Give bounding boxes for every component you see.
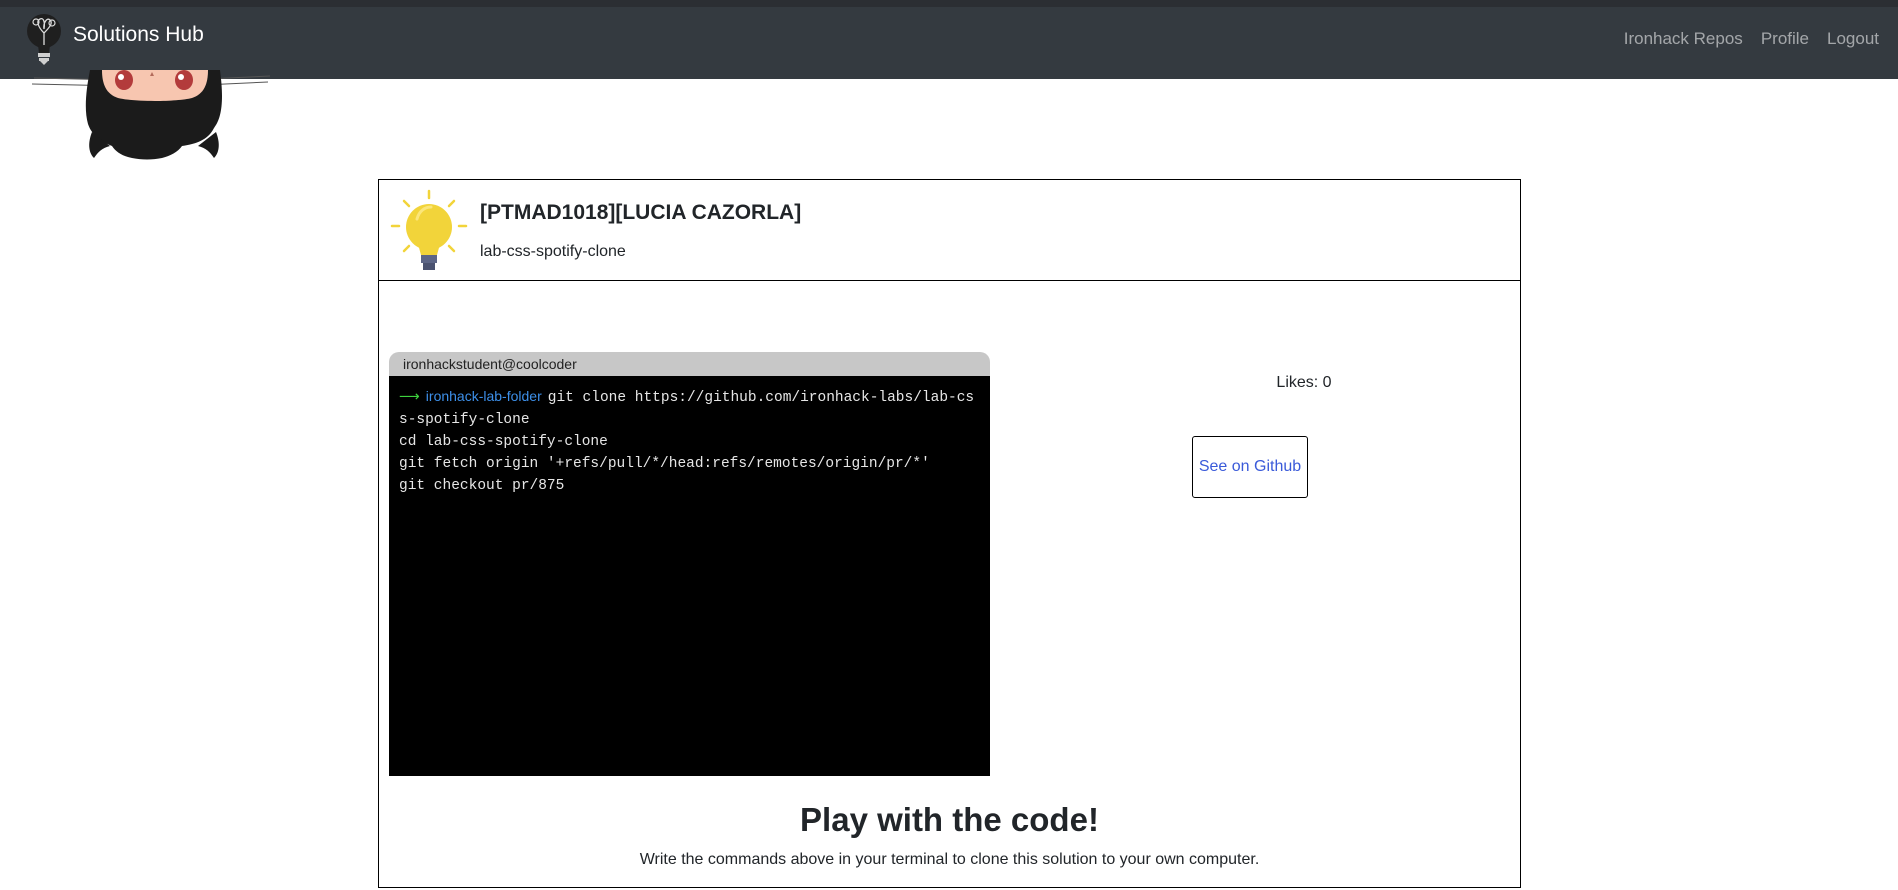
brand-title[interactable]: Solutions Hub	[73, 22, 204, 48]
see-on-github-button[interactable]: See on Github	[1192, 436, 1308, 498]
lightbulb-icon	[390, 189, 468, 270]
prompt-arrow-icon: ⟶	[399, 389, 420, 405]
terminal-body[interactable]: ⟶ ironhack-lab-folder git clone https://gi…	[389, 376, 990, 776]
octocat-mascot-image	[32, 70, 272, 170]
top-strip	[0, 0, 1898, 7]
lightbulb-logo-icon[interactable]	[26, 9, 62, 67]
terminal-line: ⟶ ironhack-lab-folder git clone https://gi…	[399, 385, 980, 431]
command-cd: cd lab-css-spotify-clone	[399, 434, 608, 450]
nav-link-logout[interactable]: Logout	[1827, 28, 1879, 50]
play-subtitle: Write the commands above in your termina…	[639, 851, 1260, 868]
terminal-title-bar: ironhackstudent@coolcoder	[389, 352, 990, 376]
nav-links: Ironhack Repos Profile Logout	[1624, 28, 1879, 50]
repo-name: lab-css-spotify-clone	[480, 243, 626, 260]
command-git-fetch: git fetch origin '+refs/pull/*/head:refs…	[399, 456, 930, 472]
nav-link-profile[interactable]: Profile	[1761, 28, 1809, 50]
terminal-title: ironhackstudent@coolcoder	[403, 356, 577, 372]
solution-card: [PTMAD1018][LUCIA CAZORLA] lab-css-spoti…	[378, 179, 1521, 888]
solution-header: [PTMAD1018][LUCIA CAZORLA] lab-css-spoti…	[379, 180, 1520, 281]
terminal-window: ironhackstudent@coolcoder ⟶ ironhack-lab-…	[389, 352, 990, 776]
command-git-checkout: git checkout pr/875	[399, 478, 565, 494]
solution-title: [PTMAD1018][LUCIA CAZORLA]	[480, 201, 802, 224]
play-title: Play with the code!	[800, 801, 1099, 838]
prompt-folder: ironhack-lab-folder	[425, 388, 542, 404]
likes-count: Likes: 0	[1276, 374, 1332, 391]
navbar: Solutions Hub Ironhack Repos Profile Log…	[0, 7, 1898, 79]
nav-link-ironhack-repos[interactable]: Ironhack Repos	[1624, 28, 1743, 50]
